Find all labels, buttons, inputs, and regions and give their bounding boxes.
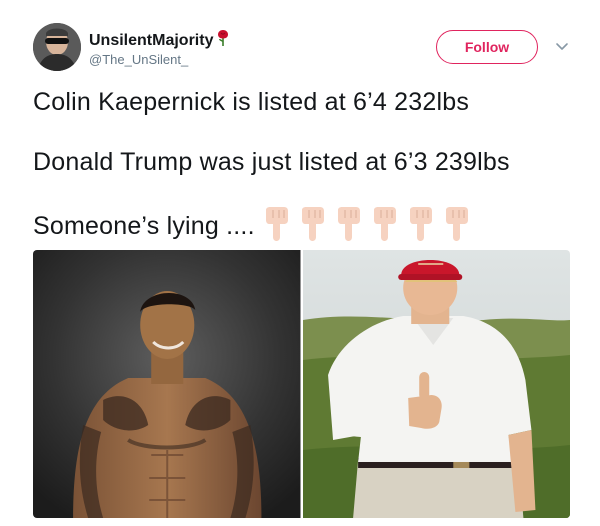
user-display-name[interactable]: UnsilentMajority (89, 32, 213, 49)
point-down-icon (302, 207, 324, 241)
follow-button[interactable]: Follow (436, 30, 538, 64)
tweet-text-line: Someone’s lying .... (33, 212, 255, 240)
tweet-text-line: Donald Trump was just listed at 6’3 239l… (33, 148, 510, 176)
man-thumbs-up-red-cap-photo (302, 250, 570, 518)
tweet-card: UnsilentMajority @The_UnSilent_ Follow C… (0, 0, 600, 526)
point-down-icon (338, 207, 360, 241)
rose-icon (218, 30, 229, 46)
point-down-icon (374, 207, 396, 241)
emoji-row (259, 206, 473, 242)
media-grid (33, 250, 570, 518)
chevron-down-icon (556, 43, 568, 50)
user-handle[interactable]: @The_UnSilent_ (89, 52, 188, 67)
avatar[interactable] (33, 23, 81, 71)
shirtless-tattooed-man-photo (33, 250, 301, 518)
avatar-image (33, 23, 81, 71)
point-down-icon (446, 207, 468, 241)
user-display-name-row[interactable]: UnsilentMajority (89, 29, 230, 50)
tweet-menu-button[interactable] (554, 40, 570, 54)
point-down-icon (266, 207, 288, 241)
point-down-icon (410, 207, 432, 241)
photo-right[interactable] (302, 250, 570, 518)
tweet-text-line: Colin Kaepernick is listed at 6’4 232lbs (33, 88, 470, 116)
photo-left[interactable] (33, 250, 301, 518)
